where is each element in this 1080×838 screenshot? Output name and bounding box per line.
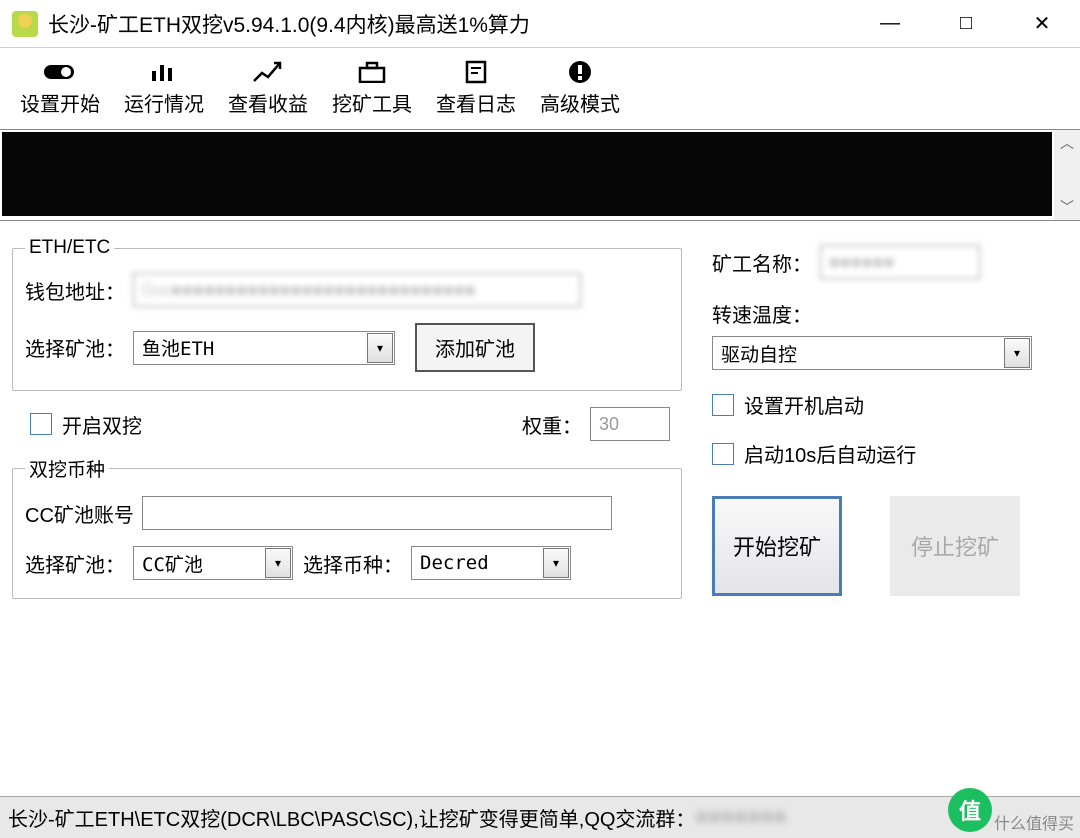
chevron-down-icon[interactable]: ▾ bbox=[543, 548, 569, 578]
tab-mining-tools[interactable]: 挖矿工具 bbox=[324, 54, 420, 121]
eth-etc-legend: ETH/ETC bbox=[25, 237, 114, 259]
tab-view-logs[interactable]: 查看日志 bbox=[428, 54, 524, 121]
close-button[interactable]: ✕ bbox=[1004, 0, 1080, 47]
tab-label: 设置开始 bbox=[20, 88, 100, 117]
console-content bbox=[2, 132, 1052, 216]
dual-coin-group: 双挖币种 CC矿池账号 选择矿池： CC矿池 ▾ 选择币种： Decred ▾ bbox=[12, 455, 682, 599]
tab-label: 高级模式 bbox=[540, 88, 620, 117]
right-column: 矿工名称： 转速温度： 驱动自控 ▾ 设置开机启动 启动10s后自动运行 开始挖… bbox=[682, 237, 1054, 609]
cc-account-input[interactable] bbox=[142, 496, 612, 530]
fan-temp-label: 转速温度： bbox=[712, 299, 812, 328]
maximize-button[interactable]: □ bbox=[928, 0, 1004, 47]
autorun-label: 启动10s后自动运行 bbox=[744, 439, 916, 468]
smzdm-text: 什么值得买 bbox=[994, 810, 1074, 834]
footer-text: 长沙-矿工ETH\ETC双挖(DCR\LBC\PASC\SC),让挖矿变得更简单… bbox=[8, 803, 695, 832]
weight-input[interactable] bbox=[590, 407, 670, 441]
weight-label: 权重： bbox=[522, 410, 582, 439]
status-bar: 长沙-矿工ETH\ETC双挖(DCR\LBC\PASC\SC),让挖矿变得更简单… bbox=[0, 796, 1080, 838]
coin-select[interactable]: Decred ▾ bbox=[411, 546, 571, 580]
document-icon bbox=[464, 58, 488, 86]
dual-coin-legend: 双挖币种 bbox=[25, 455, 109, 482]
worker-name-input[interactable] bbox=[820, 245, 980, 279]
scroll-down-icon[interactable]: ﹀ bbox=[1054, 194, 1080, 220]
tab-label: 挖矿工具 bbox=[332, 88, 412, 117]
tab-advanced-mode[interactable]: 高级模式 bbox=[532, 54, 628, 121]
tab-running-status[interactable]: 运行情况 bbox=[116, 54, 212, 121]
console-output: ︿ ﹀ bbox=[0, 129, 1080, 221]
window-controls: — □ ✕ bbox=[852, 0, 1080, 47]
app-icon bbox=[12, 11, 38, 37]
fan-temp-value: 驱动自控 bbox=[713, 340, 1003, 367]
left-column: ETH/ETC 钱包地址： 选择矿池： 鱼池ETH ▾ 添加矿池 开启双挖 权重… bbox=[12, 237, 682, 609]
trend-icon bbox=[252, 58, 284, 86]
select-pool-label: 选择矿池： bbox=[25, 333, 125, 362]
toggle-icon bbox=[44, 58, 76, 86]
chevron-down-icon[interactable]: ▾ bbox=[265, 548, 291, 578]
minimize-button[interactable]: — bbox=[852, 0, 928, 47]
select-coin-label: 选择币种： bbox=[303, 549, 403, 578]
toolbar: 设置开始 运行情况 查看收益 挖矿工具 查看日志 高级模式 bbox=[0, 48, 1080, 129]
scroll-track[interactable] bbox=[1054, 156, 1080, 194]
coin-value: Decred bbox=[412, 552, 542, 574]
eth-pool-select[interactable]: 鱼池ETH ▾ bbox=[133, 331, 395, 365]
fan-temp-select[interactable]: 驱动自控 ▾ bbox=[712, 336, 1032, 370]
worker-name-label: 矿工名称： bbox=[712, 248, 812, 277]
chevron-down-icon[interactable]: ▾ bbox=[367, 333, 393, 363]
chevron-down-icon[interactable]: ▾ bbox=[1004, 338, 1030, 368]
tab-label: 运行情况 bbox=[124, 88, 204, 117]
autostart-checkbox[interactable] bbox=[712, 394, 734, 416]
bar-chart-icon bbox=[150, 58, 178, 86]
main-content: ETH/ETC 钱包地址： 选择矿池： 鱼池ETH ▾ 添加矿池 开启双挖 权重… bbox=[0, 221, 1080, 609]
autorun-checkbox[interactable] bbox=[712, 443, 734, 465]
tab-view-earnings[interactable]: 查看收益 bbox=[220, 54, 316, 121]
briefcase-icon bbox=[358, 58, 386, 86]
add-pool-button[interactable]: 添加矿池 bbox=[415, 323, 535, 372]
tab-settings-start[interactable]: 设置开始 bbox=[12, 54, 108, 121]
console-scrollbar[interactable]: ︿ ﹀ bbox=[1054, 130, 1080, 220]
enable-dual-checkbox[interactable] bbox=[30, 413, 52, 435]
wallet-address-input[interactable] bbox=[133, 273, 581, 307]
eth-pool-value: 鱼池ETH bbox=[134, 334, 366, 361]
footer-qq-group: ■■■■■■■ bbox=[695, 806, 787, 829]
tab-label: 查看日志 bbox=[436, 88, 516, 117]
titlebar: 长沙-矿工ETH双挖v5.94.1.0(9.4内核)最高送1%算力 — □ ✕ bbox=[0, 0, 1080, 48]
autostart-label: 设置开机启动 bbox=[744, 390, 864, 419]
alert-icon bbox=[568, 58, 592, 86]
cc-account-label: CC矿池账号 bbox=[25, 499, 134, 528]
stop-mining-button: 停止挖矿 bbox=[890, 496, 1020, 596]
window-title: 长沙-矿工ETH双挖v5.94.1.0(9.4内核)最高送1%算力 bbox=[48, 9, 530, 39]
start-mining-button[interactable]: 开始挖矿 bbox=[712, 496, 842, 596]
tab-label: 查看收益 bbox=[228, 88, 308, 117]
dual-pool-select[interactable]: CC矿池 ▾ bbox=[133, 546, 293, 580]
enable-dual-label: 开启双挖 bbox=[62, 410, 142, 439]
eth-etc-group: ETH/ETC 钱包地址： 选择矿池： 鱼池ETH ▾ 添加矿池 bbox=[12, 237, 682, 391]
wallet-address-label: 钱包地址： bbox=[25, 276, 125, 305]
dual-pool-value: CC矿池 bbox=[134, 550, 264, 577]
scroll-up-icon[interactable]: ︿ bbox=[1054, 130, 1080, 156]
smzdm-logo: 值 bbox=[948, 788, 992, 832]
dual-pool-label: 选择矿池： bbox=[25, 549, 125, 578]
